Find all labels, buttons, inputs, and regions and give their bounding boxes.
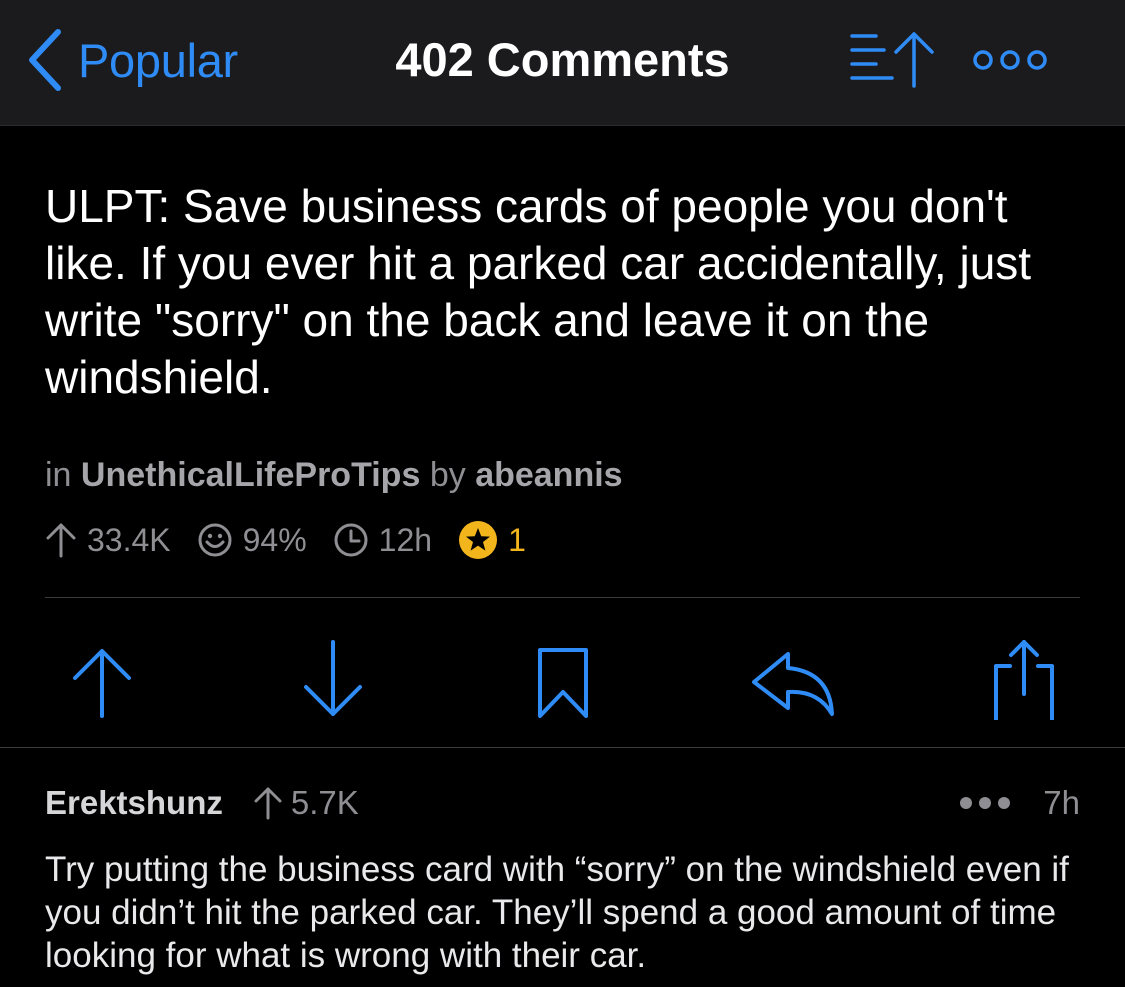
share-icon	[994, 640, 1054, 724]
bookmark-icon	[538, 648, 588, 718]
save-button[interactable]	[518, 630, 608, 720]
more-dots-icon[interactable]	[959, 795, 1011, 811]
sort-up-icon	[850, 32, 934, 88]
divider	[45, 597, 1080, 598]
arrow-up-icon	[46, 523, 76, 558]
clock-icon	[334, 523, 368, 557]
chevron-left-icon	[29, 29, 61, 91]
age-stat: 12h	[333, 522, 432, 559]
awards-stat[interactable]: 1	[458, 520, 526, 560]
smiley-icon	[198, 523, 232, 557]
meta-by-text: by	[429, 456, 466, 494]
upvote-icon	[73, 649, 131, 718]
downvote-icon	[304, 640, 362, 716]
more-button[interactable]	[970, 40, 1050, 80]
score-value: 33.4K	[87, 521, 171, 558]
comment-body[interactable]: Try putting the business card with “sorr…	[45, 848, 1095, 977]
comment-score: 5.7K	[253, 784, 359, 822]
divider	[0, 747, 1125, 748]
comment-author[interactable]: Erektshunz	[45, 784, 223, 822]
author-link[interactable]: abeannis	[475, 456, 622, 494]
post-meta: in UnethicalLifeProTips by abeannis	[45, 455, 623, 495]
comment-score-value: 5.7K	[290, 784, 359, 821]
nav-bar: Popular 402 Comments	[0, 0, 1125, 126]
downvote-button[interactable]	[288, 630, 378, 720]
comment-age: 7h	[1043, 784, 1080, 821]
share-button[interactable]	[978, 630, 1068, 724]
reply-button[interactable]	[748, 630, 838, 720]
ratio-stat: 94%	[197, 522, 307, 559]
score-stat: 33.4K	[45, 522, 171, 559]
more-circles-icon	[973, 50, 1047, 70]
back-button[interactable]: Popular	[24, 28, 238, 92]
post-title[interactable]: ULPT: Save business cards of people you …	[45, 178, 1095, 406]
ratio-value: 94%	[242, 521, 307, 558]
awards-value: 1	[508, 521, 526, 558]
reply-icon	[752, 652, 834, 716]
age-value: 12h	[378, 521, 433, 558]
post-stats: 33.4K 94% 12h 1	[45, 520, 552, 560]
sort-button[interactable]	[846, 28, 940, 92]
arrow-up-icon	[254, 787, 282, 820]
subreddit-link[interactable]: UnethicalLifeProTips	[81, 456, 420, 494]
page-title: 402 Comments	[395, 33, 730, 86]
comment-right: 7h	[959, 784, 1080, 822]
back-label: Popular	[78, 33, 238, 87]
star-award-icon	[459, 521, 498, 559]
post-action-bar	[0, 620, 1125, 730]
upvote-button[interactable]	[57, 630, 147, 720]
comment-header: Erektshunz 5.7K 7h	[45, 782, 1080, 824]
meta-in-text: in	[45, 456, 72, 494]
